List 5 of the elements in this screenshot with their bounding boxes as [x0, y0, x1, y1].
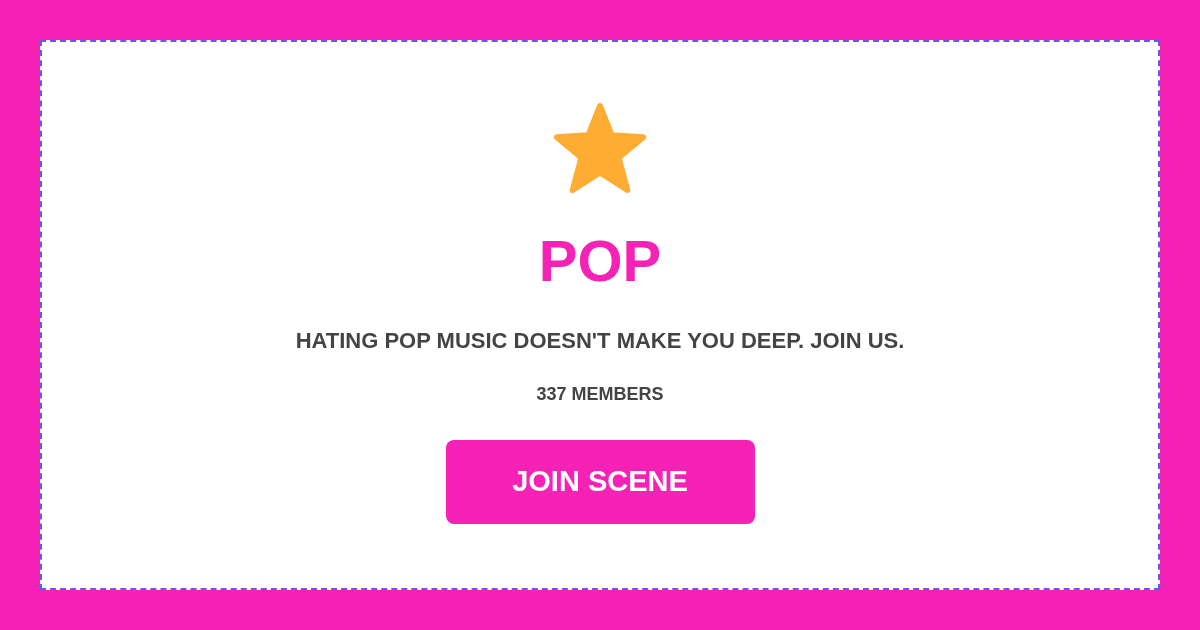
member-count: 337 MEMBERS	[536, 384, 664, 406]
scene-title: POP	[538, 232, 662, 290]
scene-tagline: HATING POP MUSIC DOESN'T MAKE YOU DEEP. JOIN US.	[295, 328, 905, 355]
star-icon	[551, 102, 649, 196]
join-button[interactable]: JOIN SCENE	[445, 440, 755, 524]
